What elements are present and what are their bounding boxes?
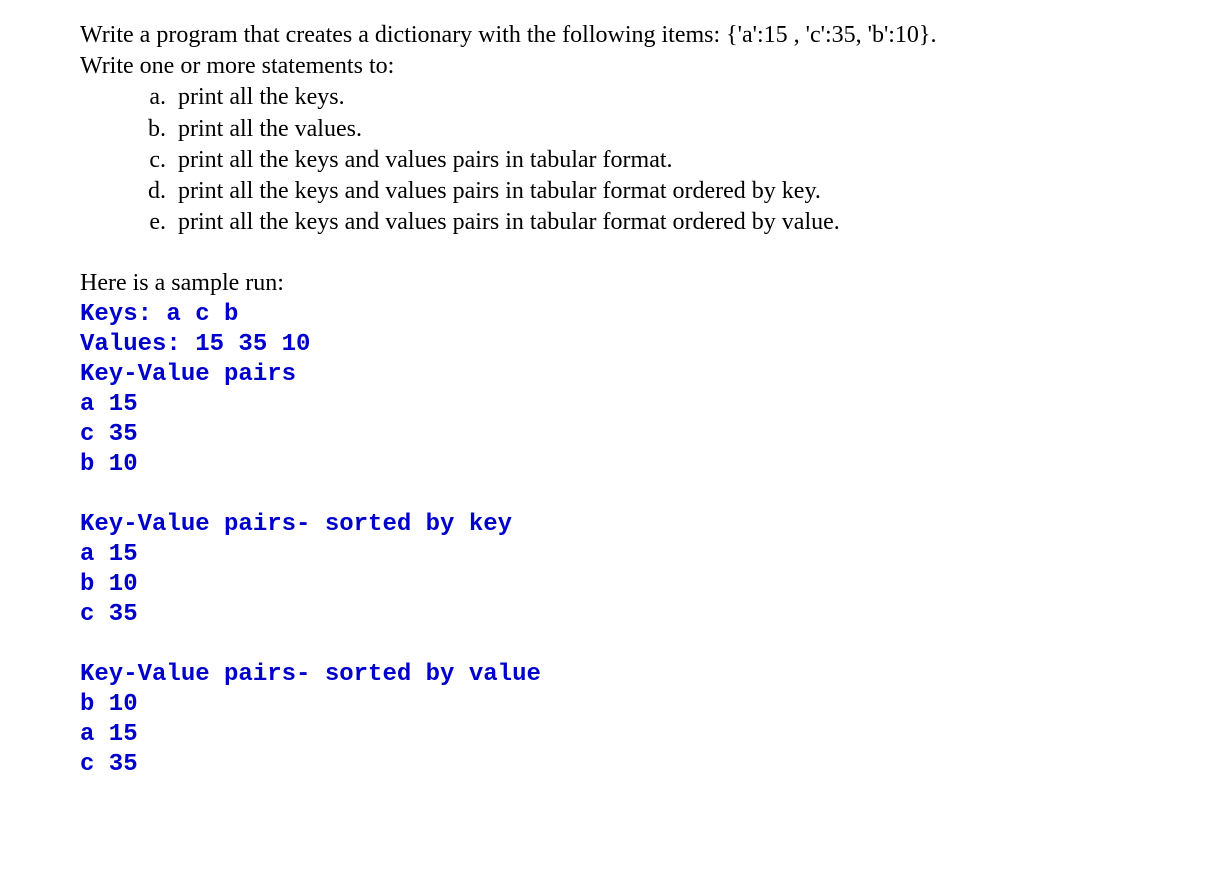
ordered-list: a. print all the keys. b. print all the … xyxy=(80,82,1136,238)
list-text: print all the keys and values pairs in t… xyxy=(178,176,821,207)
list-marker: e. xyxy=(140,207,166,238)
list-text: print all the keys. xyxy=(178,82,345,113)
list-marker: b. xyxy=(140,114,166,145)
list-item: b. print all the values. xyxy=(140,114,1136,145)
list-marker: a. xyxy=(140,82,166,113)
blank-line xyxy=(80,630,1136,660)
sample-output-block-2: Key-Value pairs- sorted by key a 15 b 10… xyxy=(80,510,1136,630)
intro-line-2: Write one or more statements to: xyxy=(80,53,394,79)
sample-output-block-3: Key-Value pairs- sorted by value b 10 a … xyxy=(80,660,1136,780)
list-text: print all the values. xyxy=(178,114,362,145)
list-item: a. print all the keys. xyxy=(140,82,1136,113)
list-text: print all the keys and values pairs in t… xyxy=(178,207,840,238)
intro-line-1: Write a program that creates a dictionar… xyxy=(80,22,936,48)
list-marker: c. xyxy=(140,145,166,176)
sample-output-block-1: Keys: a c b Values: 15 35 10 Key-Value p… xyxy=(80,300,1136,480)
list-item: e. print all the keys and values pairs i… xyxy=(140,207,1136,238)
sample-run-header: Here is a sample run: xyxy=(80,268,1136,299)
list-item: c. print all the keys and values pairs i… xyxy=(140,145,1136,176)
list-marker: d. xyxy=(140,176,166,207)
list-text: print all the keys and values pairs in t… xyxy=(178,145,673,176)
list-item: d. print all the keys and values pairs i… xyxy=(140,176,1136,207)
blank-line xyxy=(80,480,1136,510)
intro-paragraph: Write a program that creates a dictionar… xyxy=(80,20,1136,82)
